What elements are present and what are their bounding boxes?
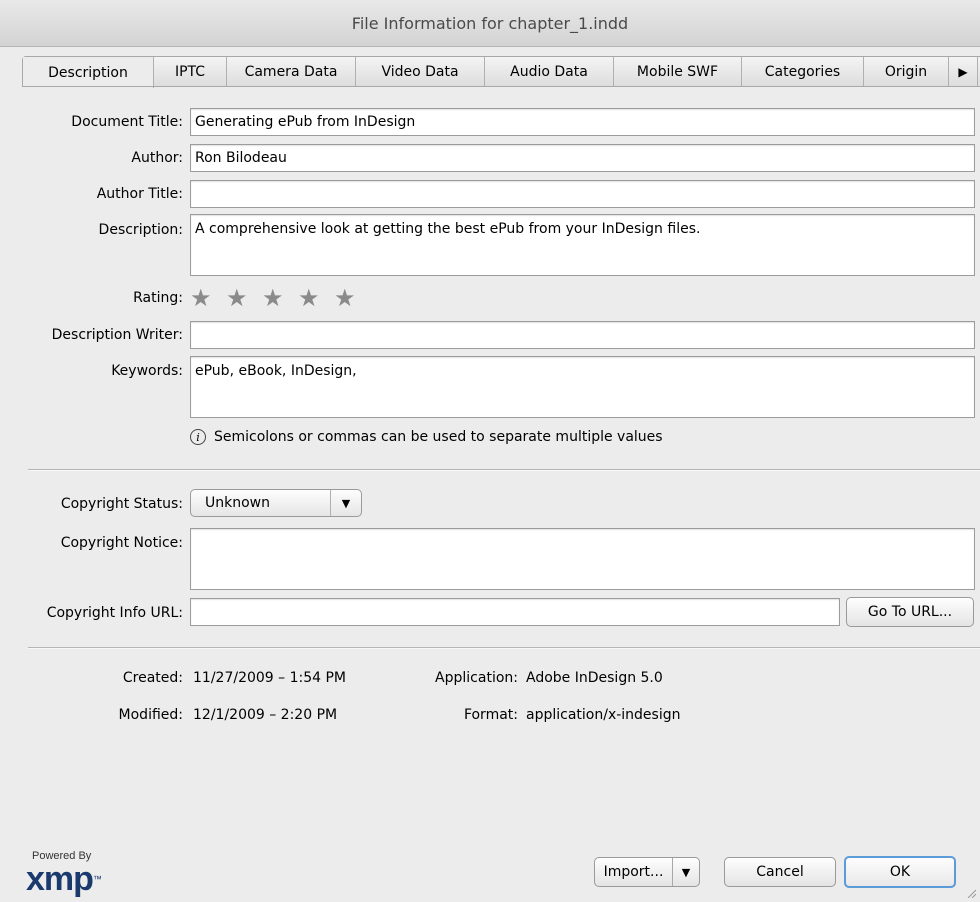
window-titlebar: File Information for chapter_1.indd <box>0 0 980 47</box>
author-field[interactable] <box>190 144 975 172</box>
tab-camera-data[interactable]: Camera Data <box>227 57 356 87</box>
tab-mobile-swf[interactable]: Mobile SWF <box>614 57 742 87</box>
tab-iptc[interactable]: IPTC <box>154 57 227 87</box>
keywords-hint-text: Semicolons or commas can be used to sepa… <box>214 429 663 445</box>
application-value: Adobe InDesign 5.0 <box>526 670 663 686</box>
modified-value: 12/1/2009 – 2:20 PM <box>193 707 338 723</box>
rating-star-1-icon[interactable]: ★ <box>190 286 212 310</box>
description-field[interactable]: A comprehensive look at getting the best… <box>190 214 975 276</box>
keywords-field[interactable]: ePub, eBook, InDesign, <box>190 356 975 418</box>
tab-origin[interactable]: Origin <box>864 57 949 87</box>
tab-bar: Description IPTC Camera Data Video Data … <box>22 56 980 88</box>
import-split-button: Import... ▼ <box>594 857 700 887</box>
copyright-notice-label: Copyright Notice: <box>60 535 183 551</box>
copyright-notice-field[interactable] <box>190 528 975 590</box>
author-title-label: Author Title: <box>96 186 183 202</box>
created-value: 11/27/2009 – 1:54 PM <box>193 670 347 686</box>
section-divider <box>28 469 980 471</box>
keywords-hint: i Semicolons or commas can be used to se… <box>190 429 663 445</box>
modified-label: Modified: <box>118 707 183 723</box>
import-button[interactable]: Import... <box>595 858 673 886</box>
format-value: application/x-indesign <box>526 707 681 723</box>
tab-video-data[interactable]: Video Data <box>356 57 485 87</box>
document-title-field[interactable] <box>190 108 975 136</box>
copyright-url-field[interactable] <box>190 598 840 626</box>
rating-star-5-icon[interactable]: ★ <box>334 286 356 310</box>
window-title: File Information for chapter_1.indd <box>351 13 629 33</box>
xmp-trademark: ™ <box>92 874 102 884</box>
rating-star-4-icon[interactable]: ★ <box>298 286 320 310</box>
info-icon: i <box>190 429 206 445</box>
xmp-logo-text: xmp <box>26 860 94 898</box>
tab-scroll-right-icon[interactable]: ▶ <box>949 57 978 87</box>
tab-description[interactable]: Description <box>23 57 154 88</box>
rating-label: Rating: <box>133 290 183 306</box>
author-label: Author: <box>131 150 183 166</box>
keywords-label: Keywords: <box>111 363 183 379</box>
import-options-chevron-down-icon[interactable]: ▼ <box>673 858 699 886</box>
description-writer-label: Description Writer: <box>51 327 183 343</box>
application-label: Application: <box>435 670 518 686</box>
copyright-status-select[interactable]: Unknown ▼ <box>190 489 362 517</box>
cancel-button[interactable]: Cancel <box>724 857 836 887</box>
rating-star-3-icon[interactable]: ★ <box>262 286 284 310</box>
copyright-status-label: Copyright Status: <box>60 496 183 512</box>
copyright-url-label: Copyright Info URL: <box>46 605 183 621</box>
tab-audio-data[interactable]: Audio Data <box>485 57 614 87</box>
ok-button[interactable]: OK <box>844 856 956 888</box>
author-title-field[interactable] <box>190 180 975 208</box>
go-to-url-button[interactable]: Go To URL... <box>846 597 974 627</box>
created-label: Created: <box>122 670 183 686</box>
copyright-status-value: Unknown <box>205 495 270 511</box>
tab-categories[interactable]: Categories <box>742 57 864 87</box>
rating-star-2-icon[interactable]: ★ <box>226 286 248 310</box>
xmp-logo: xmp™ <box>26 860 102 898</box>
section-divider-2 <box>28 647 980 649</box>
description-label: Description: <box>98 222 183 238</box>
description-writer-field[interactable] <box>190 321 975 349</box>
tab-panel-border <box>22 86 980 87</box>
resize-grip-icon[interactable] <box>966 888 976 898</box>
chevron-down-icon: ▼ <box>330 490 361 516</box>
format-label: Format: <box>463 707 518 723</box>
document-title-label: Document Title: <box>71 114 183 130</box>
